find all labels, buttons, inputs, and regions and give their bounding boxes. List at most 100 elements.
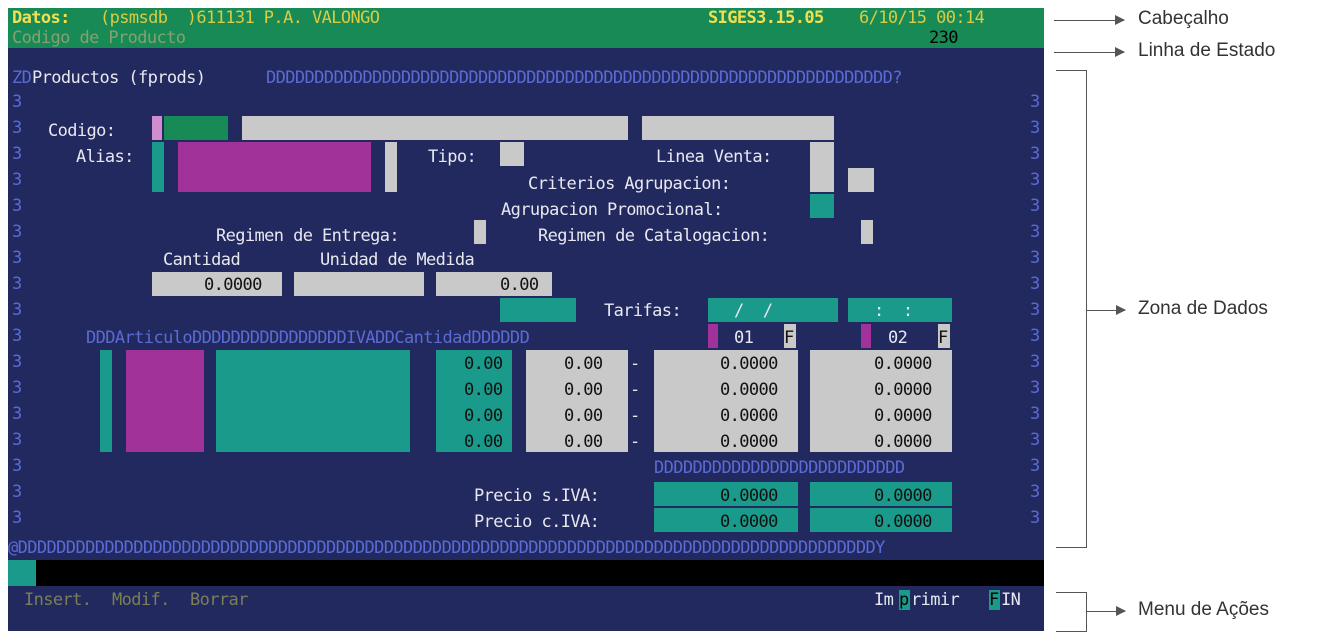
label-linha-estado: Linha de Estado — [1138, 40, 1276, 61]
bracket-menu-acoes — [1056, 592, 1087, 632]
tipo-field[interactable] — [500, 142, 524, 166]
frame-side-right: 3 — [1030, 326, 1040, 346]
arrow-cabecalho — [1054, 15, 1125, 25]
frame-side-left: 3 — [12, 326, 22, 346]
criterios-label: Criterios Agrupacion: — [528, 174, 731, 194]
regimen-entrega-field[interactable] — [474, 220, 486, 244]
menu-modif[interactable]: Modif. — [112, 590, 170, 610]
status-text: Codigo de Producto — [12, 28, 186, 48]
price1-value: 0.0000 — [720, 432, 778, 452]
grid-header: DDDArticuloDDDDDDDDDDDDDDDDIVADDCantidad… — [86, 328, 530, 348]
regimen-entrega-label: Regimen de Entrega: — [216, 226, 400, 246]
iva-value: 0.00 — [464, 380, 503, 400]
alias-label: Alias: — [76, 147, 134, 167]
precio-civa-label: Precio c.IVA: — [474, 512, 600, 532]
status-value: 230 — [929, 28, 959, 48]
linea-venta-field[interactable] — [810, 142, 834, 192]
agrupacion-label: Agrupacion Promocional: — [501, 200, 723, 220]
row-dash: - — [630, 406, 640, 426]
command-line[interactable] — [8, 560, 1044, 586]
frame-side-left: 3 — [12, 352, 22, 372]
alias-field[interactable] — [178, 142, 371, 192]
tarifa-date-field[interactable] — [708, 298, 838, 322]
cantidad-value: 0.00 — [564, 432, 603, 452]
fin-suffix: IN — [1001, 590, 1021, 610]
label-cabecalho: Cabeçalho — [1138, 8, 1229, 29]
datos-label: Datos: — [12, 8, 70, 28]
frame-side-right: 3 — [1030, 170, 1040, 190]
agrupacion-field[interactable] — [810, 194, 834, 218]
regimen-catalogacion-field[interactable] — [861, 220, 873, 244]
codigo-label: Codigo: — [48, 121, 116, 141]
fin-hotkey: F — [989, 590, 999, 610]
menu-borrar[interactable]: Borrar — [190, 590, 248, 610]
app-version: SIGES3.15.05 — [708, 8, 824, 28]
database-info: (psmsdb )611131 P.A. VALONGO — [100, 8, 380, 28]
frame-side-left: 3 — [12, 482, 22, 502]
precio-civa-value-2: 0.0000 — [874, 512, 932, 532]
frame-side-right: 3 — [1030, 508, 1040, 528]
unidad-label: Unidad de Medida — [320, 250, 475, 270]
label-zona-dados: Zona de Dados — [1138, 298, 1268, 319]
price1-value: 0.0000 — [720, 380, 778, 400]
price1-value: 0.0000 — [720, 406, 778, 426]
menu-insert[interactable]: Insert. — [24, 590, 92, 610]
frame-bottom-line: @DDDDDDDDDDDDDDDDDDDDDDDDDDDDDDDDDDDDDDD… — [8, 538, 885, 558]
tarifa1-tab[interactable] — [708, 324, 718, 348]
frame-corner-top-left: ZD — [12, 68, 32, 88]
precio-siva-value-2: 0.0000 — [874, 486, 932, 506]
frame-side-right: 3 — [1030, 300, 1040, 320]
cantidad-label: Cantidad — [163, 250, 241, 270]
frame-side-right: 3 — [1030, 144, 1040, 164]
price2-value: 0.0000 — [874, 406, 932, 426]
frame-side-left: 3 — [12, 144, 22, 164]
frame-side-left: 3 — [12, 118, 22, 138]
frame-side-left: 3 — [12, 222, 22, 242]
bracket-zona-dados — [1056, 70, 1087, 548]
arrow-zona-dados — [1087, 305, 1126, 315]
cantidad-value: 0.00 — [564, 406, 603, 426]
imprimir-prefix: Im — [874, 590, 894, 610]
frame-side-right: 3 — [1030, 118, 1040, 138]
cantidad-value: 0.00 — [564, 354, 603, 374]
window-title: Productos (fprods) — [32, 68, 206, 88]
iva-value: 0.00 — [464, 406, 503, 426]
frame-side-right: 3 — [1030, 92, 1040, 112]
frame-top-line: DDDDDDDDDDDDDDDDDDDDDDDDDDDDDDDDDDDDDDDD… — [266, 68, 903, 88]
tarifa2-flag: F — [938, 328, 948, 348]
frame-side-left: 3 — [12, 170, 22, 190]
description-field-2[interactable] — [642, 116, 834, 140]
imprimir-suffix: rimir — [911, 590, 960, 610]
regimen-catalogacion-label: Regimen de Catalogacion: — [538, 226, 770, 246]
articulo-code-column[interactable] — [126, 350, 204, 452]
frame-side-left: 3 — [12, 248, 22, 268]
frame-side-right: 3 — [1030, 404, 1040, 424]
description-field[interactable] — [242, 116, 628, 140]
alias-marker — [152, 142, 164, 192]
codigo-field[interactable] — [164, 116, 228, 140]
criterios-field[interactable] — [848, 168, 874, 192]
price2-value: 0.0000 — [874, 432, 932, 452]
articulo-desc-column[interactable] — [216, 350, 410, 452]
frame-side-right: 3 — [1030, 196, 1040, 216]
precio-siva-label: Precio s.IVA: — [474, 486, 600, 506]
tarifa-time: : : — [874, 301, 913, 321]
precio-siva-value-1: 0.0000 — [720, 486, 778, 506]
iva-value: 0.00 — [464, 432, 503, 452]
tarifa2-tab[interactable] — [861, 324, 871, 348]
tarifa2-code: 02 — [888, 328, 908, 348]
frame-side-left: 3 — [12, 508, 22, 528]
grid-marker-column — [100, 350, 112, 452]
frame-side-right: 3 — [1030, 482, 1040, 502]
tarifa1-flag: F — [784, 328, 794, 348]
tarifas-label: Tarifas: — [604, 301, 682, 321]
imprimir-hotkey: p — [899, 590, 909, 610]
terminal-screen: Datos: (psmsdb )611131 P.A. VALONGO SIGE… — [8, 8, 1044, 631]
frame-side-right: 3 — [1030, 430, 1040, 450]
cantidad-value: 0.0000 — [204, 275, 262, 295]
unidad-value: 0.00 — [500, 275, 539, 295]
unidad-field[interactable] — [294, 272, 424, 296]
arrow-menu-acoes — [1087, 606, 1126, 616]
price2-value: 0.0000 — [874, 354, 932, 374]
tarifa-select[interactable] — [500, 298, 576, 322]
